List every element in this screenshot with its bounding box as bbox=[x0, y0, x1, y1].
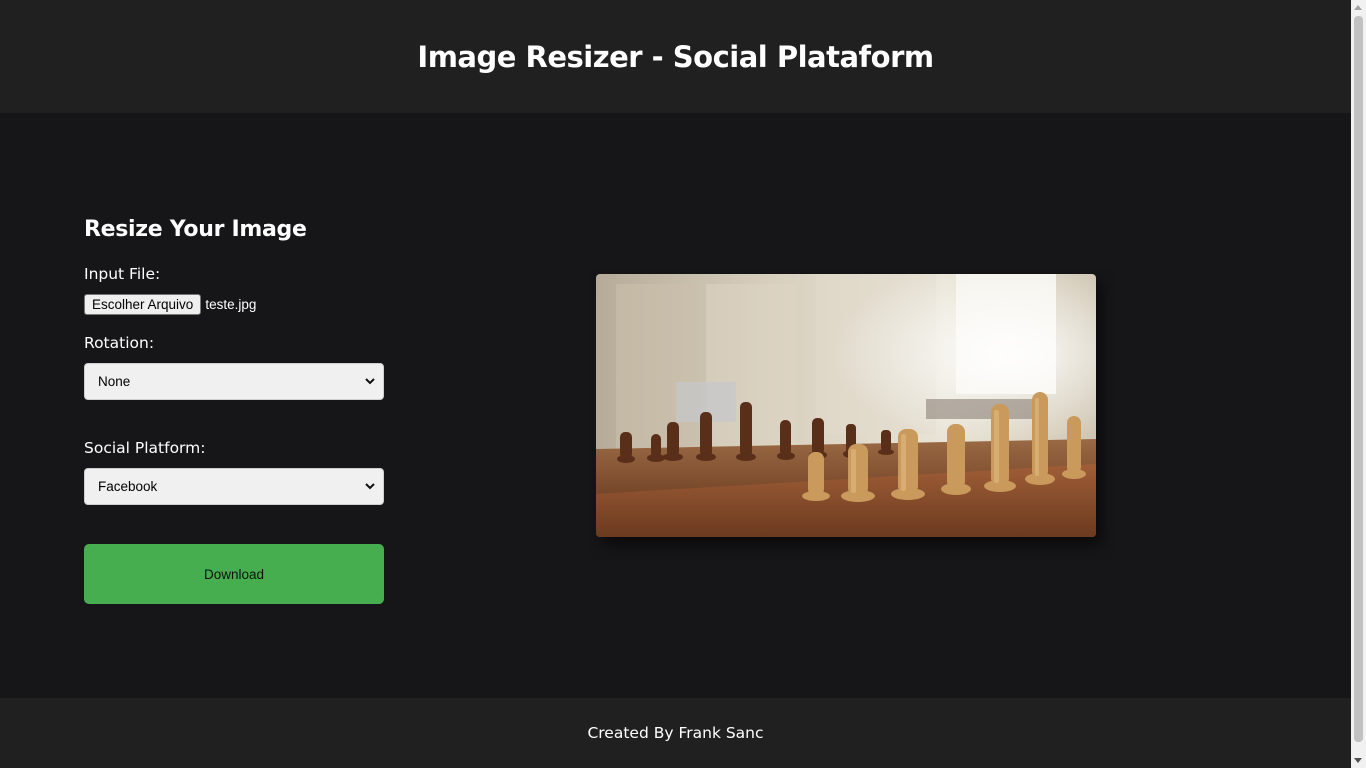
image-preview bbox=[596, 274, 1096, 537]
chevron-down-icon bbox=[363, 375, 377, 389]
rotation-select[interactable]: None bbox=[84, 363, 384, 400]
resize-form: Resize Your Image Input File: Escolher A… bbox=[84, 215, 384, 604]
rotation-selected-value: None bbox=[98, 374, 131, 389]
chess-board-photo bbox=[596, 274, 1096, 537]
vertical-scrollbar[interactable] bbox=[1351, 0, 1366, 768]
platform-selected-value: Facebook bbox=[98, 479, 158, 494]
input-file-label: Input File: bbox=[84, 265, 161, 283]
download-button[interactable]: Download bbox=[84, 544, 384, 604]
page-title: Image Resizer - Social Plataform bbox=[417, 39, 934, 74]
choose-file-button[interactable]: Escolher Arquivo bbox=[84, 294, 202, 315]
app-footer: Created By Frank Sanc bbox=[0, 698, 1351, 768]
selected-file-name: teste.jpg bbox=[205, 297, 257, 312]
main-content: Resize Your Image Input File: Escolher A… bbox=[0, 113, 1351, 698]
app-header: Image Resizer - Social Plataform bbox=[0, 0, 1351, 113]
footer-credit: Created By Frank Sanc bbox=[587, 724, 764, 742]
rotation-label: Rotation: bbox=[84, 334, 155, 352]
form-title: Resize Your Image bbox=[84, 217, 307, 242]
social-platform-label: Social Platform: bbox=[84, 439, 206, 457]
social-platform-select[interactable]: Facebook bbox=[84, 468, 384, 505]
chevron-down-icon bbox=[363, 480, 377, 494]
scroll-down-icon[interactable] bbox=[1354, 758, 1362, 763]
file-input[interactable]: Escolher Arquivo teste.jpg bbox=[84, 294, 256, 315]
scroll-thumb[interactable] bbox=[1354, 16, 1363, 742]
page: Image Resizer - Social Plataform Resize … bbox=[0, 0, 1366, 768]
scroll-up-icon[interactable] bbox=[1354, 5, 1362, 10]
